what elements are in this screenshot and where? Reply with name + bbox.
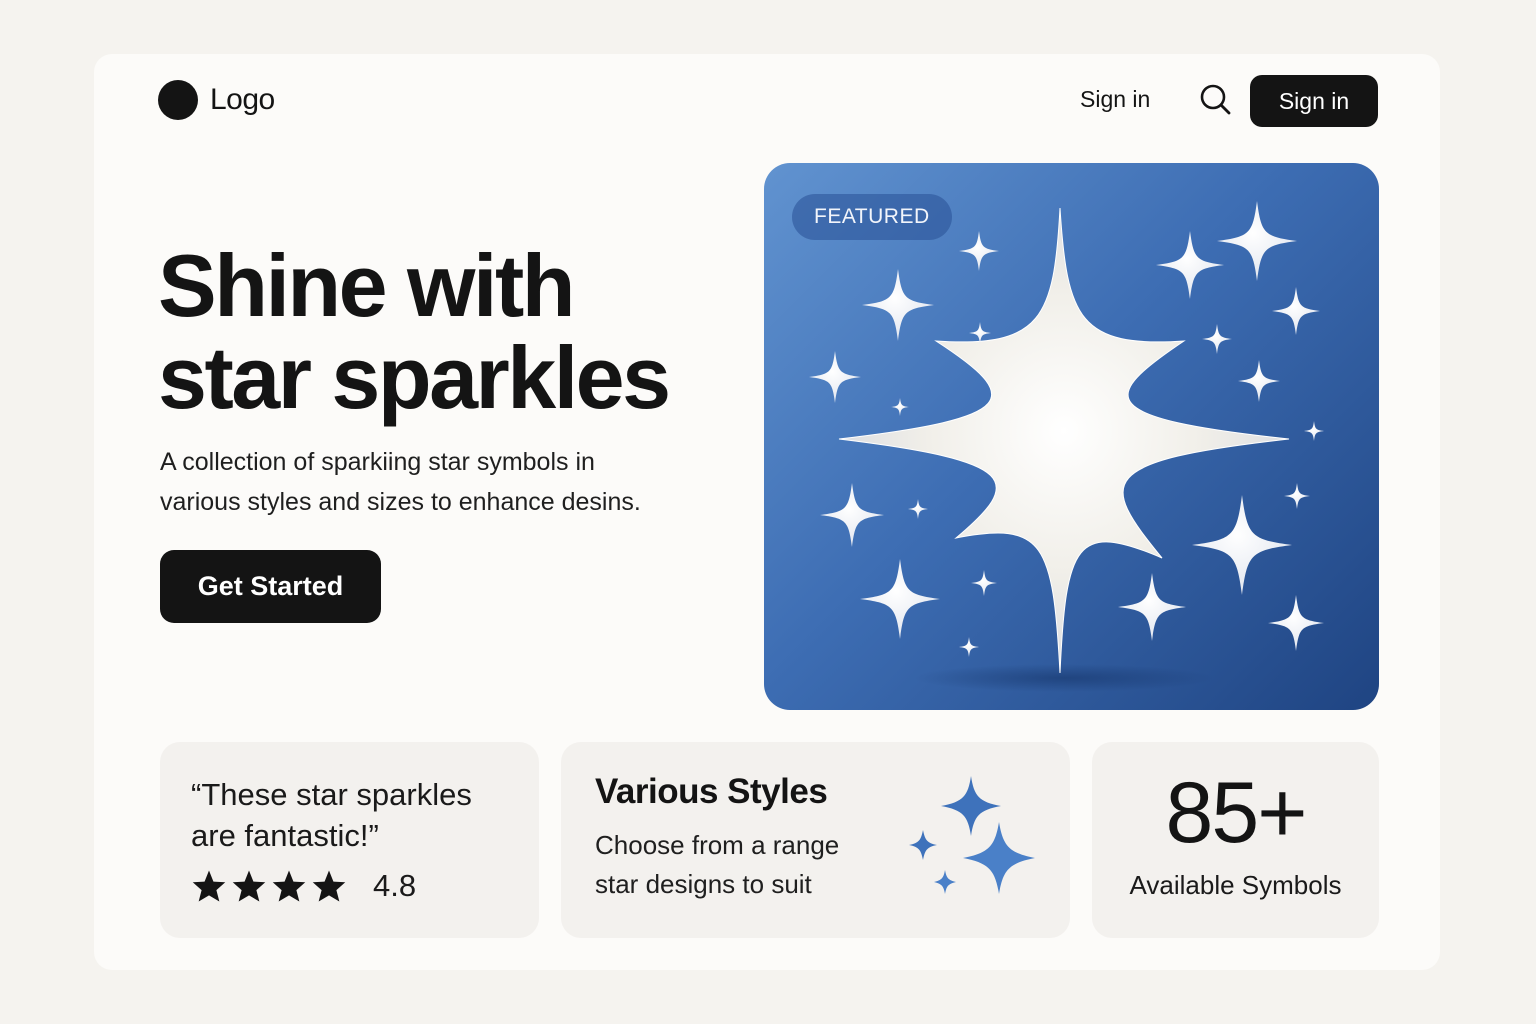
rating-star-icon xyxy=(232,870,266,902)
search-icon[interactable] xyxy=(1198,82,1234,118)
logo[interactable]: Logo xyxy=(158,80,275,120)
styles-title: Various Styles xyxy=(595,772,828,811)
hero-description: A collection of sparkiing star symbols i… xyxy=(160,442,720,522)
symbol-count: 85+ xyxy=(1165,765,1308,861)
small-sparkle-star xyxy=(1304,421,1324,441)
featured-image: FEATURED xyxy=(764,163,1379,710)
small-sparkle-star xyxy=(1268,595,1324,651)
rating-star-icon xyxy=(272,870,306,902)
small-sparkle-star xyxy=(959,637,979,657)
small-sparkle-star xyxy=(809,351,861,403)
testimonial-quote-line: “These star sparkles xyxy=(191,777,472,812)
star-rating: 4.8 xyxy=(191,868,416,904)
sign-in-link[interactable]: Sign in xyxy=(1080,86,1150,113)
hero-title-line: star sparkles xyxy=(158,328,671,427)
small-sparkle-star xyxy=(908,499,928,519)
small-sparkle-star xyxy=(1192,495,1292,595)
small-sparkle-star xyxy=(1284,483,1310,509)
small-sparkle-star xyxy=(820,483,884,547)
small-sparkle-star xyxy=(1272,287,1320,335)
get-started-button[interactable]: Get Started xyxy=(160,550,381,623)
small-sparkle-star xyxy=(891,398,909,416)
hero-title-line: Shine with xyxy=(158,236,576,335)
hero-title: Shine with star sparkles xyxy=(158,240,718,424)
symbol-count-card: 85+ Available Symbols xyxy=(1092,742,1379,938)
small-sparkle-star xyxy=(969,322,991,344)
small-sparkle-stars xyxy=(809,201,1324,657)
hero-description-line: various styles and sizes to enhance desi… xyxy=(160,488,641,516)
featured-badge: FEATURED xyxy=(792,194,952,240)
testimonial-card: “These star sparkles are fantastic!” 4.8 xyxy=(160,742,539,938)
small-sparkle-star xyxy=(1217,201,1297,281)
small-sparkle-star xyxy=(959,231,999,271)
styles-description: Choose from a range star designs to suit xyxy=(595,826,895,904)
testimonial-quote: “These star sparkles are fantastic!” xyxy=(191,774,521,856)
testimonial-quote-line: are fantastic!” xyxy=(191,818,379,853)
small-sparkle-star xyxy=(1202,324,1232,354)
small-sparkle-star xyxy=(860,559,940,639)
logo-mark xyxy=(158,80,198,120)
landing-page: Logo Sign in Sign in Shine with star spa… xyxy=(94,54,1440,970)
rating-value: 4.8 xyxy=(373,868,417,903)
small-sparkle-star xyxy=(862,269,934,341)
various-styles-card: Various Styles Choose from a range star … xyxy=(561,742,1070,938)
symbol-count-label: Available Symbols xyxy=(1129,870,1342,900)
small-sparkle-star xyxy=(1238,360,1280,402)
rating-star-icon xyxy=(192,870,226,902)
small-sparkle-star xyxy=(1118,573,1186,641)
sign-in-button[interactable]: Sign in xyxy=(1250,75,1378,127)
small-sparkle-star xyxy=(971,570,997,596)
small-sparkle-star xyxy=(1156,231,1224,299)
logo-text: Logo xyxy=(210,83,275,116)
sparkle-icon xyxy=(909,776,1035,894)
styles-description-line: Choose from a range xyxy=(595,830,840,860)
rating-star-icon xyxy=(312,870,346,902)
hero-description-line: A collection of sparkiing star symbols i… xyxy=(160,448,595,476)
styles-description-line: star designs to suit xyxy=(595,869,812,899)
